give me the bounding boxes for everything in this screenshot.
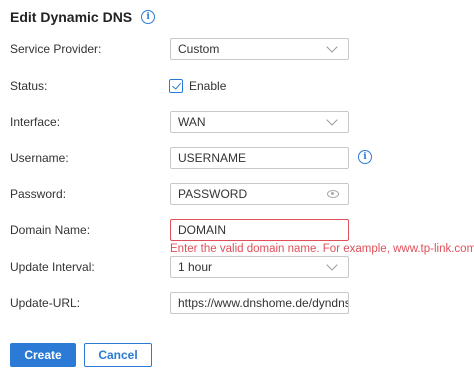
- chevron-down-icon: [326, 259, 338, 271]
- domain-name-label: Domain Name:: [10, 223, 91, 237]
- dialog-title-bar: Edit Dynamic DNS i: [10, 8, 156, 26]
- interface-label: Interface:: [10, 115, 61, 129]
- service-provider-label: Service Provider:: [10, 42, 102, 56]
- update-interval-label: Update Interval:: [10, 260, 95, 274]
- interface-value: WAN: [178, 115, 206, 129]
- interface-select[interactable]: WAN: [170, 111, 349, 133]
- dialog-title: Edit Dynamic DNS: [10, 9, 133, 25]
- password-value: PASSWORD: [178, 187, 248, 201]
- username-label: Username:: [10, 151, 69, 165]
- update-url-label: Update-URL:: [10, 296, 81, 310]
- update-url-input[interactable]: https://www.dnshome.de/dyndns.pl: [170, 292, 349, 314]
- enable-checkbox-label[interactable]: Enable: [189, 78, 226, 94]
- update-url-value: https://www.dnshome.de/dyndns.pl: [178, 296, 348, 310]
- eye-icon[interactable]: [327, 190, 339, 198]
- password-label: Password:: [10, 187, 67, 201]
- update-interval-select[interactable]: 1 hour: [170, 256, 349, 278]
- domain-name-input[interactable]: DOMAIN: [170, 219, 349, 241]
- chevron-down-icon: [326, 41, 338, 53]
- domain-name-value: DOMAIN: [178, 223, 226, 237]
- username-input[interactable]: USERNAME: [170, 147, 349, 169]
- chevron-down-icon: [326, 114, 338, 126]
- checkmark-icon: [171, 80, 181, 90]
- domain-name-error: Enter the valid domain name. For example…: [170, 243, 474, 255]
- username-info-icon[interactable]: i: [358, 150, 372, 164]
- create-button[interactable]: Create: [10, 343, 76, 367]
- username-value: USERNAME: [178, 151, 247, 165]
- service-provider-select[interactable]: Custom: [170, 38, 349, 60]
- password-input[interactable]: PASSWORD: [170, 183, 349, 205]
- update-interval-value: 1 hour: [178, 260, 213, 274]
- status-label: Status:: [10, 79, 48, 93]
- cancel-button[interactable]: Cancel: [84, 343, 152, 367]
- service-provider-value: Custom: [178, 42, 220, 56]
- enable-checkbox[interactable]: [169, 79, 183, 93]
- info-icon[interactable]: i: [141, 10, 156, 24]
